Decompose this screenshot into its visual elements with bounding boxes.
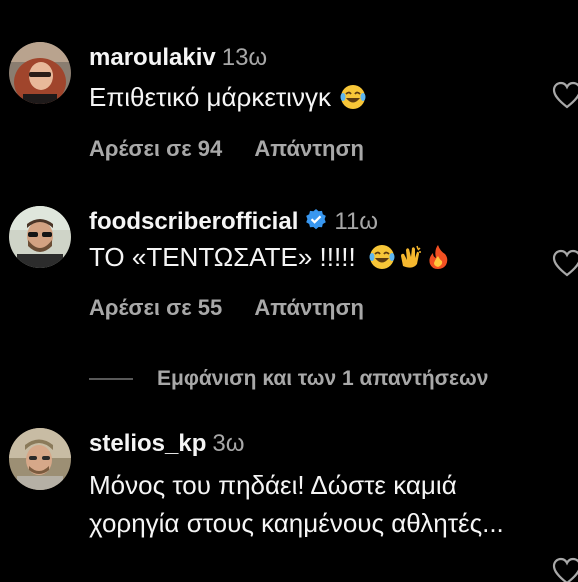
- fire-emoji-icon: [429, 245, 448, 269]
- heart-outline-icon[interactable]: [552, 557, 578, 582]
- verified-badge-icon: [306, 209, 327, 230]
- comment-username[interactable]: stelios_kp: [89, 430, 206, 457]
- reply-button[interactable]: Απάντηση: [254, 295, 364, 320]
- comment-time: 11ω: [334, 208, 379, 235]
- heart-outline-icon[interactable]: [552, 249, 578, 277]
- comment-text: Μόνος του πηδάει! Δώστε καμιά χορηγία στ…: [89, 470, 504, 538]
- comment-text: ΤΟ «ΤΕΝΤΩΣΑΤΕ» !!!!!: [89, 240, 538, 274]
- view-replies-label[interactable]: Εμφάνιση και των 1 απαντήσεων: [157, 367, 488, 391]
- like-count[interactable]: Αρέσει σε 55: [89, 295, 222, 320]
- view-replies-button[interactable]: Εμφάνιση και των 1 απαντήσεων: [89, 366, 488, 392]
- comment-time: 13ω: [221, 44, 268, 71]
- comment-time: 3ω: [212, 430, 245, 457]
- laughing-tears-emoji-icon: [369, 245, 395, 269]
- laughing-tears-emoji-icon: [340, 85, 366, 109]
- heart-outline-icon[interactable]: [552, 81, 578, 109]
- avatar[interactable]: [9, 428, 71, 490]
- replies-divider: [89, 378, 133, 380]
- like-count[interactable]: Αρέσει σε 94: [89, 136, 222, 161]
- reply-button[interactable]: Απάντηση: [254, 136, 364, 161]
- avatar[interactable]: [9, 206, 71, 268]
- comment-text: Επιθετικό μάρκετινγκ: [89, 80, 538, 114]
- avatar[interactable]: [9, 42, 71, 104]
- comment-username[interactable]: maroulakiv: [89, 44, 216, 71]
- comment-username[interactable]: foodscriberofficial: [89, 208, 298, 235]
- clapping-hands-emoji-icon: [400, 245, 421, 268]
- comments-screen: maroulakiv 13ω Επιθετικό μάρκετινγκ Αρέσε…: [0, 0, 578, 582]
